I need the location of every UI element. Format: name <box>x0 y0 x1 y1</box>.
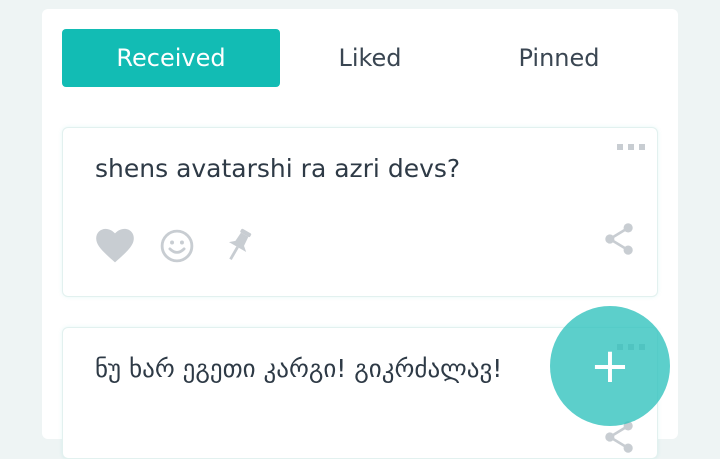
add-button[interactable]: + <box>550 306 670 426</box>
like-button[interactable] <box>95 226 135 266</box>
tab-pinned[interactable]: Pinned <box>460 29 658 87</box>
heart-icon <box>96 228 134 263</box>
smiley-icon <box>160 229 194 263</box>
pin-button[interactable] <box>219 226 259 266</box>
more-dots-icon[interactable] <box>617 142 645 152</box>
message-text: shens avatarshi ra azri devs? <box>95 154 461 183</box>
message-card: shens avatarshi ra azri devs? <box>62 127 658 297</box>
react-button[interactable] <box>157 226 197 266</box>
share-icon[interactable] <box>603 222 635 256</box>
tab-received[interactable]: Received <box>62 29 280 87</box>
tab-bar: Received Liked Pinned <box>62 29 658 87</box>
message-text: ნუ ხარ ეგეთი კარგი! გიკრძალავ! <box>95 354 503 383</box>
tab-liked[interactable]: Liked <box>280 29 460 87</box>
plus-icon: + <box>589 338 631 394</box>
pin-icon <box>228 228 252 261</box>
card-actions <box>95 226 281 266</box>
